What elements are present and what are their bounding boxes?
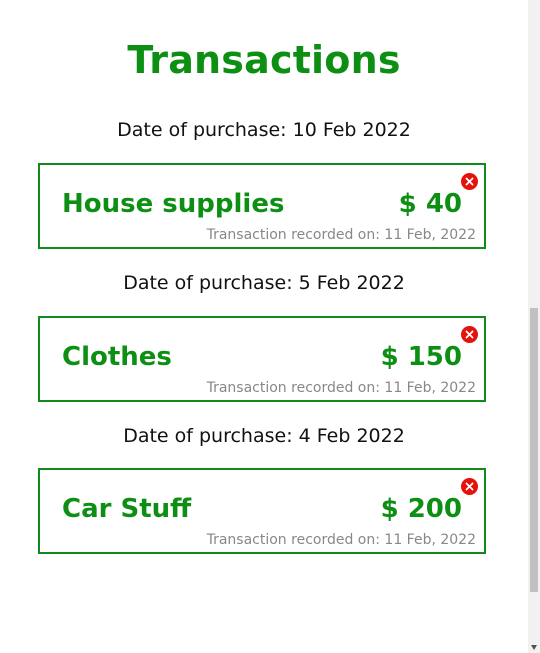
- chevron-down-icon[interactable]: [531, 645, 537, 650]
- transaction-name: Car Stuff: [62, 494, 192, 524]
- close-circle-icon: [465, 330, 474, 339]
- transaction-recorded-date: Transaction recorded on: 11 Feb, 2022: [206, 380, 476, 396]
- close-circle-icon: [465, 177, 474, 186]
- close-circle-icon: [465, 482, 474, 491]
- purchase-date-label: Date of purchase: 5 Feb 2022: [123, 272, 405, 294]
- page-title: Transactions: [127, 38, 401, 82]
- delete-transaction-button[interactable]: [461, 326, 478, 343]
- transaction-recorded-date: Transaction recorded on: 11 Feb, 2022: [206, 532, 476, 548]
- app-window: Transactions Date of purchase: 10 Feb 20…: [0, 0, 540, 653]
- transaction-amount: $ 150: [380, 342, 462, 372]
- transaction-card: Clothes $ 150 Transaction recorded on: 1…: [38, 316, 486, 402]
- transaction-card: Car Stuff $ 200 Transaction recorded on:…: [38, 468, 486, 554]
- purchase-date-label: Date of purchase: 10 Feb 2022: [117, 119, 411, 141]
- transactions-page: Transactions Date of purchase: 10 Feb 20…: [0, 0, 528, 653]
- scrollbar-thumb[interactable]: [530, 308, 538, 592]
- delete-transaction-button[interactable]: [461, 478, 478, 495]
- purchase-date-label: Date of purchase: 4 Feb 2022: [123, 425, 405, 447]
- transaction-amount: $ 200: [380, 494, 462, 524]
- transaction-recorded-date: Transaction recorded on: 11 Feb, 2022: [206, 227, 476, 243]
- transaction-name: House supplies: [62, 189, 285, 219]
- transaction-card: House supplies $ 40 Transaction recorded…: [38, 163, 486, 249]
- vertical-scrollbar[interactable]: [528, 0, 540, 653]
- transaction-amount: $ 40: [398, 189, 462, 219]
- transaction-name: Clothes: [62, 342, 172, 372]
- delete-transaction-button[interactable]: [461, 173, 478, 190]
